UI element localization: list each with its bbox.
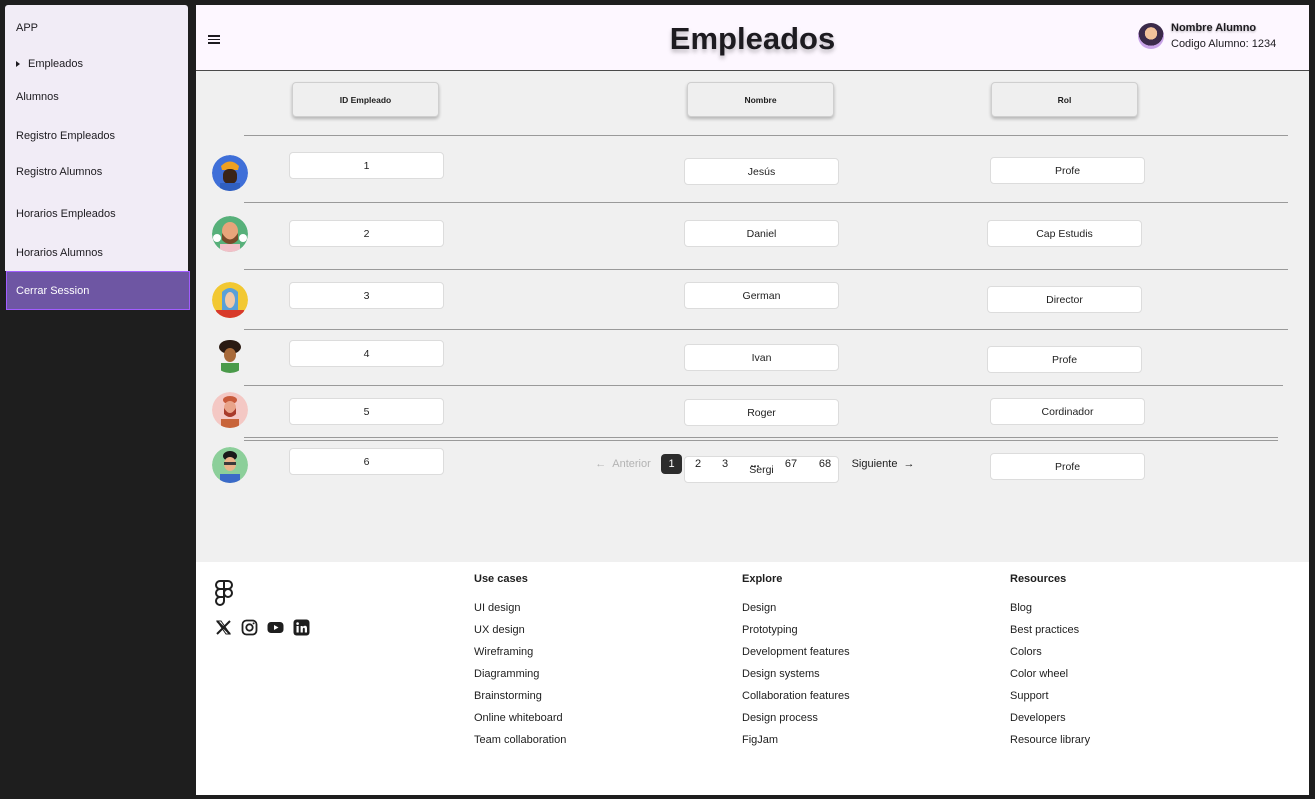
column-header-name[interactable]: Nombre — [687, 82, 834, 117]
pagination: ← Anterior 1 2 3 ... 67 68 Siguiente → — [196, 449, 1309, 479]
pagination-prev-button[interactable]: ← Anterior — [594, 454, 652, 474]
figma-logo-icon[interactable] — [215, 580, 233, 606]
footer-column-use-cases: Use cases UI design UX design Wireframin… — [474, 573, 566, 756]
footer-column-explore: Explore Design Prototyping Development f… — [742, 573, 850, 756]
sidebar-item-label: Empleados — [28, 58, 84, 70]
row-divider — [244, 269, 1288, 270]
pagination-page[interactable]: 2 — [692, 454, 704, 474]
main-panel: Empleados Nombre Alumno Codigo Alumno: 1… — [196, 5, 1309, 795]
footer-link[interactable]: Support — [1010, 690, 1090, 712]
sidebar-item-horarios-alumnos[interactable]: Horarios Alumnos — [16, 247, 103, 259]
footer-link[interactable]: Design — [742, 602, 850, 624]
instagram-icon[interactable] — [241, 619, 258, 636]
cell-id[interactable]: 3 — [289, 282, 444, 309]
footer-link[interactable]: Team collaboration — [474, 734, 566, 756]
footer-link[interactable]: Development features — [742, 646, 850, 668]
footer-link[interactable]: Blog — [1010, 602, 1090, 624]
cell-id[interactable]: 2 — [289, 220, 444, 247]
logout-button[interactable]: Cerrar Session — [6, 271, 190, 310]
arrow-left-icon: ← — [595, 458, 607, 470]
youtube-icon[interactable] — [267, 619, 284, 636]
avatar-icon — [212, 155, 248, 191]
row-divider — [244, 440, 1278, 441]
column-header-role[interactable]: Rol — [991, 82, 1138, 117]
cell-id[interactable]: 4 — [289, 340, 444, 367]
cell-role[interactable]: Profe — [987, 346, 1142, 373]
linkedin-icon[interactable] — [293, 619, 310, 636]
avatar-icon — [212, 216, 248, 252]
footer-link[interactable]: Collaboration features — [742, 690, 850, 712]
page-header: Empleados Nombre Alumno Codigo Alumno: 1… — [196, 5, 1309, 71]
footer-column-title: Use cases — [474, 573, 528, 585]
footer-link[interactable]: Brainstorming — [474, 690, 566, 712]
row-divider — [244, 202, 1288, 203]
cell-role[interactable]: Cordinador — [990, 398, 1145, 425]
footer-link[interactable]: Online whiteboard — [474, 712, 566, 734]
column-header-id[interactable]: ID Empleado — [292, 82, 439, 117]
cell-role[interactable]: Profe — [990, 157, 1145, 184]
footer-link[interactable]: Resource library — [1010, 734, 1090, 756]
avatar-icon — [212, 282, 248, 318]
avatar-icon — [212, 392, 248, 428]
pagination-page[interactable]: 1 — [661, 454, 682, 474]
footer-link[interactable]: Colors — [1010, 646, 1090, 668]
cell-role[interactable]: Director — [987, 286, 1142, 313]
social-links — [215, 619, 310, 636]
sidebar-item-registro-alumnos[interactable]: Registro Alumnos — [16, 166, 102, 178]
pagination-next-label: Siguiente — [851, 458, 898, 470]
pagination-prev-label: Anterior — [612, 458, 651, 470]
sidebar: APP Empleados Alumnos Registro Empleados… — [5, 5, 188, 271]
pagination-page[interactable]: 68 — [817, 454, 833, 474]
footer-link[interactable]: Diagramming — [474, 668, 566, 690]
pagination-page[interactable]: 3 — [719, 454, 731, 474]
sidebar-item-horarios-empleados[interactable]: Horarios Empleados — [16, 208, 116, 220]
arrow-right-icon: → — [903, 458, 915, 470]
footer: Use cases UI design UX design Wireframin… — [196, 562, 1309, 795]
footer-link[interactable]: Color wheel — [1010, 668, 1090, 690]
cell-name[interactable]: Roger — [684, 399, 839, 426]
footer-link[interactable]: Wireframing — [474, 646, 566, 668]
user-avatar[interactable] — [1138, 23, 1164, 49]
sidebar-item-alumnos[interactable]: Alumnos — [16, 91, 59, 103]
footer-link[interactable]: Developers — [1010, 712, 1090, 734]
row-divider — [244, 385, 1283, 386]
user-code: Codigo Alumno: 1234 — [1171, 38, 1277, 50]
cell-name[interactable]: German — [684, 282, 839, 309]
cell-name[interactable]: Jesús — [684, 158, 839, 185]
row-divider — [244, 437, 1278, 438]
row-divider — [244, 329, 1288, 330]
sidebar-item-empleados[interactable]: Empleados — [16, 58, 83, 70]
avatar-icon — [212, 337, 248, 373]
pagination-ellipsis: ... — [750, 458, 760, 470]
cell-id[interactable]: 1 — [289, 152, 444, 179]
footer-link[interactable]: Design systems — [742, 668, 850, 690]
sidebar-item-registro-empleados[interactable]: Registro Empleados — [16, 130, 115, 142]
footer-link[interactable]: FigJam — [742, 734, 850, 756]
pagination-page[interactable]: 67 — [783, 454, 799, 474]
footer-column-title: Resources — [1010, 573, 1067, 585]
caret-right-icon — [16, 61, 20, 67]
cell-role[interactable]: Cap Estudis — [987, 220, 1142, 247]
footer-link[interactable]: UX design — [474, 624, 566, 646]
footer-column-resources: Resources Blog Best practices Colors Col… — [1010, 573, 1090, 756]
sidebar-app-label: APP — [16, 22, 39, 34]
footer-column-title: Explore — [742, 573, 783, 585]
pagination-next-button[interactable]: Siguiente → — [851, 454, 915, 474]
employee-table: ID Empleado Nombre Rol 1 Jesús Profe 2 D… — [196, 71, 1309, 562]
row-divider — [244, 135, 1288, 136]
user-name: Nombre Alumno — [1171, 22, 1257, 34]
footer-link[interactable]: Design process — [742, 712, 850, 734]
cell-name[interactable]: Daniel — [684, 220, 839, 247]
footer-link[interactable]: Best practices — [1010, 624, 1090, 646]
footer-link[interactable]: UI design — [474, 602, 566, 624]
cell-id[interactable]: 5 — [289, 398, 444, 425]
x-icon[interactable] — [215, 619, 232, 636]
footer-link[interactable]: Prototyping — [742, 624, 850, 646]
cell-name[interactable]: Ivan — [684, 344, 839, 371]
